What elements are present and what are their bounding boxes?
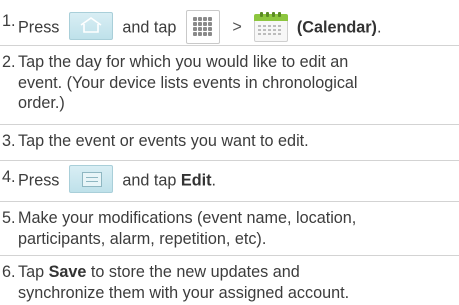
- and-tap-text: and tap: [122, 18, 177, 37]
- step-divider: [0, 201, 459, 202]
- step-line: synchronize them with your assigned acco…: [18, 283, 350, 302]
- step-line: participants, alarm, repetition, etc).: [18, 229, 267, 248]
- step-body: Press and tap Edit.: [18, 165, 216, 195]
- calendar-icon: [252, 12, 289, 42]
- edit-label: Edit: [180, 171, 212, 190]
- step-line: to store the new updates and: [90, 263, 300, 281]
- step-1: 1. Press and tap > (Calendar).: [0, 10, 455, 44]
- step-number: 4.: [2, 168, 16, 186]
- calendar-label: (Calendar): [296, 18, 377, 37]
- step-line: event. (Your device lists events in chro…: [18, 73, 358, 92]
- step-line: order.): [18, 94, 65, 112]
- step-number: 5.: [2, 209, 16, 227]
- step-number: 2.: [2, 53, 16, 71]
- step-body: Tap Save to store the new updates and sy…: [18, 262, 349, 303]
- step-period: .: [376, 18, 382, 37]
- save-label: Save: [48, 263, 87, 281]
- and-tap-text: and tap: [122, 171, 177, 190]
- step-4: 4. Press and tap Edit.: [0, 165, 455, 195]
- press-text: Press: [18, 171, 60, 190]
- apps-grid-icon: [185, 10, 220, 44]
- step-body: Make your modifications (event name, loc…: [18, 208, 356, 249]
- separator-arrow: >: [232, 18, 242, 37]
- step-body: Tap the day for which you would like to …: [18, 52, 358, 114]
- step-number: 1.: [2, 12, 16, 30]
- step-body: Press and tap > (Calendar).: [18, 10, 382, 45]
- step-divider: [0, 45, 459, 46]
- menu-icon: [68, 165, 113, 193]
- step-number: 3.: [2, 132, 16, 150]
- step-body: Tap the event or events you want to edit…: [18, 131, 309, 152]
- step-divider: [0, 255, 459, 256]
- home-icon: [68, 12, 113, 40]
- step-divider: [0, 160, 459, 161]
- step-line: Make your modifications (event name, loc…: [18, 209, 357, 227]
- step-number: 6.: [2, 263, 16, 281]
- step-line: Tap the event or events you want to edit…: [18, 132, 309, 150]
- press-text: Press: [18, 18, 60, 37]
- tap-text: Tap: [18, 263, 45, 281]
- step-divider: [0, 124, 459, 125]
- step-period: .: [211, 171, 216, 190]
- step-line: Tap the day for which you would like to …: [18, 53, 349, 71]
